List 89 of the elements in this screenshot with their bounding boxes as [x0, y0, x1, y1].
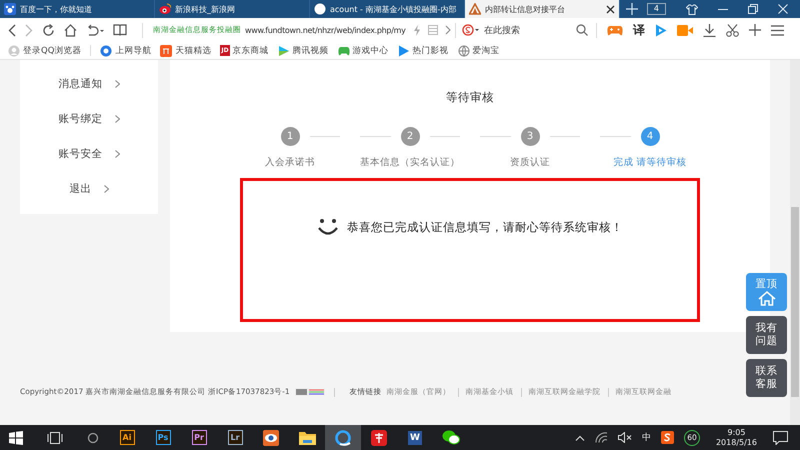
- app-icon[interactable]: Ps: [156, 430, 170, 445]
- home-icon[interactable]: [64, 24, 77, 36]
- step-label: 基本信息（实名认证）: [360, 156, 460, 169]
- muted-speaker-icon[interactable]: [618, 432, 632, 443]
- sidebar-item[interactable]: 账号绑定: [20, 101, 158, 136]
- reload-icon[interactable]: [42, 24, 55, 36]
- input-method-indicator[interactable]: 中: [642, 431, 651, 444]
- chevron-right-icon: [114, 80, 120, 88]
- clock[interactable]: 9:05 2018/5/16: [716, 428, 757, 448]
- book-icon[interactable]: [113, 24, 127, 36]
- plus-icon[interactable]: [749, 24, 761, 36]
- app-icon[interactable]: W: [408, 430, 422, 444]
- play-icon: [398, 44, 410, 56]
- menu-icon[interactable]: [771, 24, 784, 36]
- download-icon[interactable]: [703, 24, 716, 36]
- windows-icon[interactable]: [9, 430, 23, 444]
- app-icon[interactable]: Ai: [120, 430, 134, 445]
- chevron-up-icon[interactable]: [574, 434, 585, 440]
- app-icon[interactable]: Pr: [192, 430, 206, 445]
- float-button[interactable]: 我有问题: [746, 316, 787, 354]
- gamepad-icon: [338, 44, 350, 56]
- search-field[interactable]: 在此搜索: [462, 24, 590, 36]
- app-icon[interactable]: [371, 430, 387, 446]
- triangle-logo-icon: [469, 3, 481, 15]
- chevron-right-icon[interactable]: [444, 25, 451, 35]
- bookmark-item[interactable]: 热门影视: [398, 44, 449, 56]
- search-icon[interactable]: [576, 24, 588, 36]
- success-message: 恭喜您已完成认证信息填写，请耐心等待系统审核！: [347, 220, 623, 234]
- bookmark-item[interactable]: 登录QQ浏览器: [8, 44, 82, 56]
- play-icon[interactable]: [655, 24, 667, 36]
- taskbar-slot[interactable]: Ai: [109, 425, 145, 450]
- sogou-icon[interactable]: [660, 431, 674, 444]
- notification-icon[interactable]: [773, 430, 788, 444]
- taskbar-slot[interactable]: Pr: [181, 425, 217, 450]
- back-icon[interactable]: [8, 24, 16, 36]
- wifi-icon[interactable]: [594, 432, 608, 443]
- taskbar-slot[interactable]: Ps: [145, 425, 181, 450]
- user-icon: [8, 44, 20, 56]
- step-number: 3: [520, 127, 540, 146]
- sidebar-item[interactable]: 消息通知: [20, 66, 158, 101]
- browser-icon[interactable]: [335, 430, 351, 446]
- float-button[interactable]: 联系客服: [746, 359, 787, 397]
- sidebar-item[interactable]: 账号安全: [20, 136, 158, 171]
- bookmark-item[interactable]: 天猫精选: [160, 44, 212, 56]
- circle-icon[interactable]: [87, 432, 99, 444]
- smiley-icon: [317, 217, 339, 237]
- chat-icon[interactable]: [442, 430, 460, 445]
- chevron-right-icon: [114, 114, 120, 122]
- step-number: 4: [640, 127, 660, 146]
- restore-icon[interactable]: [748, 4, 758, 14]
- eye-logo-icon: [159, 3, 171, 15]
- step-label: 入会承诺书: [265, 156, 315, 169]
- scissors-icon[interactable]: [726, 24, 739, 36]
- browser-tab[interactable]: 内部转让信息对接平台: [465, 0, 620, 18]
- step-label: 完成 请等待审核: [613, 156, 687, 169]
- gamepad-icon[interactable]: [607, 24, 623, 36]
- step-number: 2: [400, 127, 420, 146]
- close-icon[interactable]: [606, 4, 615, 14]
- play-icon: [278, 44, 290, 56]
- bookmark-item[interactable]: 腾讯视频: [278, 44, 329, 56]
- bookmark-item[interactable]: 爱淘宝: [458, 44, 500, 56]
- undo-icon[interactable]: [86, 24, 104, 36]
- home-icon: [758, 291, 776, 306]
- bookmark-item[interactable]: 游戏中心: [338, 44, 389, 56]
- taskbar-slot[interactable]: W: [397, 425, 433, 450]
- globe-icon: [458, 44, 470, 56]
- paw-icon: [4, 3, 16, 15]
- bookmark-item[interactable]: 上网导航: [100, 44, 152, 56]
- step-number: 1: [280, 127, 300, 146]
- url-text: www.fundtown.net/nhzr/web/index.php/my: [245, 26, 406, 34]
- site-stats-badge-icon: [294, 388, 325, 396]
- compass-icon: [100, 44, 112, 56]
- taskbar-slot[interactable]: Lr: [217, 425, 253, 450]
- scrollbar[interactable]: [790, 60, 800, 425]
- taskbar-slot[interactable]: [325, 425, 361, 450]
- page-title: 等待审核: [446, 90, 494, 105]
- sidebar-item[interactable]: 退出: [20, 171, 158, 206]
- translate-button[interactable]: 译: [633, 22, 645, 38]
- task-view-icon[interactable]: [47, 432, 63, 444]
- chevron-right-icon: [114, 150, 120, 158]
- eye-icon[interactable]: [263, 430, 279, 446]
- app-icon[interactable]: Lr: [228, 430, 242, 445]
- folder-icon[interactable]: [298, 430, 316, 444]
- shirt-icon[interactable]: [686, 4, 698, 14]
- step-label: 资质认证: [510, 156, 550, 169]
- chevron-right-icon: [104, 184, 108, 192]
- circle-icon: [314, 3, 326, 15]
- search-engine-icon[interactable]: [462, 24, 480, 36]
- tab-count[interactable]: 4: [646, 3, 666, 15]
